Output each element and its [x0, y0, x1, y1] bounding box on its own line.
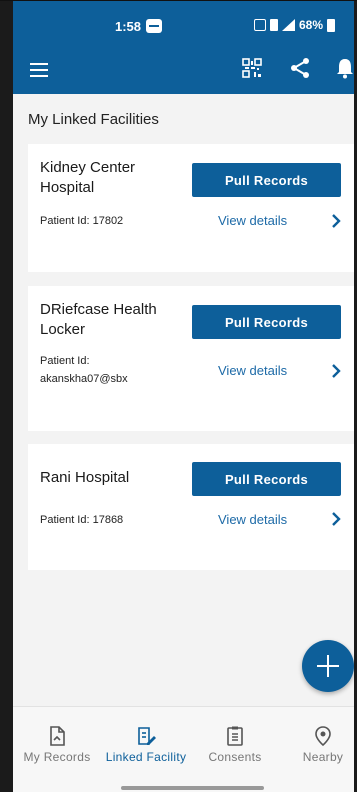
vibrate-icon: [270, 19, 278, 31]
status-bar: 1:58 68%: [13, 0, 354, 52]
patient-id: Patient Id: 17802: [40, 215, 124, 227]
facility-name: Rani Hospital: [40, 469, 130, 486]
facility-name: DRiefcase Health Locker: [40, 301, 157, 338]
message-notification-icon: [146, 19, 162, 33]
bottom-nav: My Records Linked Facility Consents Near…: [13, 706, 354, 792]
location-pin-icon: [315, 726, 331, 747]
nfc-icon: [254, 19, 266, 31]
menu-icon[interactable]: [30, 63, 48, 77]
records-icon: [50, 726, 65, 746]
nav-consents[interactable]: Consents: [203, 707, 267, 777]
patient-id: Patient Id: 17868: [40, 514, 124, 526]
pull-records-button[interactable]: Pull Records: [192, 163, 341, 197]
device-frame-top: [0, 0, 357, 1]
nav-nearby[interactable]: Nearby: [293, 707, 353, 777]
facility-card: Rani Hospital Pull Records Patient Id: 1…: [28, 444, 354, 570]
pull-records-button[interactable]: Pull Records: [192, 462, 341, 496]
battery-percent: 68%: [299, 18, 324, 32]
chevron-right-icon[interactable]: [330, 212, 342, 230]
bell-icon[interactable]: [336, 57, 354, 79]
linked-facility-icon: [138, 727, 156, 745]
pull-records-button[interactable]: Pull Records: [192, 305, 341, 339]
view-details-link[interactable]: View details: [218, 512, 287, 527]
add-facility-button[interactable]: [302, 640, 354, 692]
chevron-right-icon[interactable]: [330, 362, 342, 380]
facility-card: Kidney Center Hospital Pull Records Pati…: [28, 144, 354, 272]
view-details-link[interactable]: View details: [218, 363, 287, 378]
status-time: 1:58: [115, 19, 142, 34]
share-icon[interactable]: [289, 57, 311, 79]
nav-linked-facility[interactable]: Linked Facility: [104, 707, 188, 777]
nav-label: My Records: [23, 750, 91, 764]
battery-icon: [327, 18, 336, 32]
view-details-link[interactable]: View details: [218, 213, 287, 228]
status-icons: 68%: [254, 18, 336, 32]
app-bar: [13, 52, 354, 94]
qr-code-icon[interactable]: [241, 57, 263, 79]
chevron-right-icon[interactable]: [330, 510, 342, 528]
home-indicator: [121, 786, 264, 790]
facility-name: Kidney Center Hospital: [40, 159, 136, 196]
signal-icon: [282, 19, 295, 31]
nav-my-records[interactable]: My Records: [20, 707, 94, 777]
page-title: My Linked Facilities: [28, 111, 159, 128]
nav-label: Nearby: [302, 750, 344, 764]
clipboard-icon: [227, 726, 243, 746]
device-frame-left: [0, 0, 13, 792]
nav-label: Linked Facility: [105, 750, 187, 764]
nav-label: Consents: [208, 750, 262, 764]
facility-card: DRiefcase Health Locker Pull Records Pat…: [28, 286, 354, 431]
patient-id: Patient Id: akanskha07@sbx: [40, 355, 128, 385]
